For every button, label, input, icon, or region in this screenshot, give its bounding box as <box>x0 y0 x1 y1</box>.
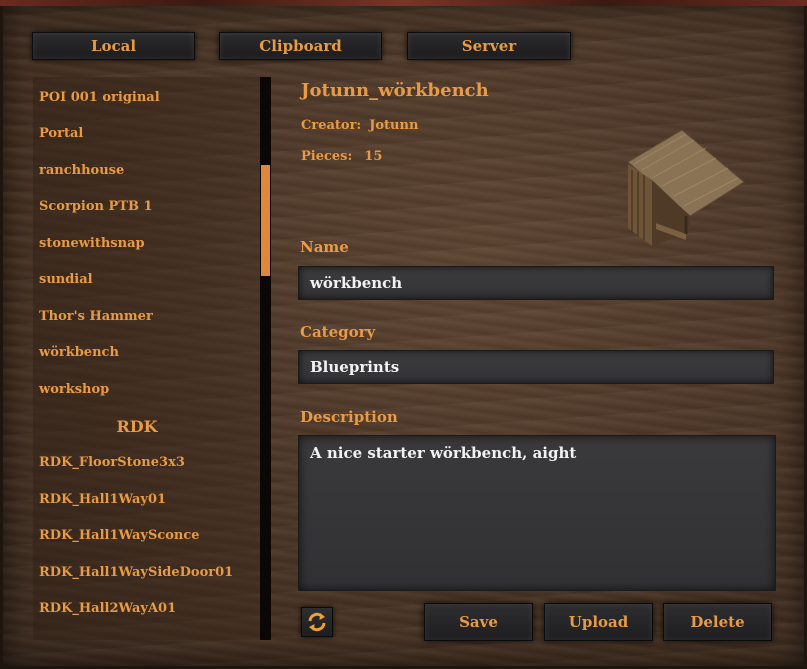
list-item[interactable]: POI 001 original <box>33 79 271 116</box>
description-field[interactable]: A nice starter wörkbench, aight <box>298 435 776 591</box>
description-label: Description <box>300 408 398 426</box>
list-item[interactable]: Thor's Hammer <box>33 298 271 335</box>
list-item[interactable]: RDK_Hall2WayA01 <box>33 591 271 628</box>
category-label: Category <box>300 323 376 341</box>
tab-local[interactable]: Local <box>32 32 195 60</box>
list-item[interactable]: wörkbench <box>33 335 271 372</box>
window-top-border <box>0 0 807 6</box>
name-label: Name <box>300 238 349 256</box>
list-item[interactable]: workshop <box>33 371 271 408</box>
category-field[interactable]: Blueprints <box>298 350 774 384</box>
tab-clipboard[interactable]: Clipboard <box>219 32 382 60</box>
blueprint-preview-image <box>627 129 745 246</box>
list-item[interactable]: RDK_Hall1WaySconce <box>33 518 271 555</box>
refresh-icon <box>308 612 326 632</box>
refresh-button[interactable] <box>301 607 333 637</box>
list-item[interactable]: RDK_Hall1WaySideDoor01 <box>33 554 271 591</box>
upload-button[interactable]: Upload <box>544 603 653 641</box>
delete-button[interactable]: Delete <box>663 603 772 641</box>
creator-value: Jotunn <box>369 118 419 133</box>
tab-server[interactable]: Server <box>407 32 571 60</box>
creator-row: Creator: Jotunn <box>301 118 418 133</box>
list-item[interactable]: RDK_Hall1Way01 <box>33 481 271 518</box>
pieces-label: Pieces: <box>301 149 353 164</box>
list-item[interactable]: ranchhouse <box>33 152 271 189</box>
list-item[interactable]: Scorpion PTB 1 <box>33 189 271 226</box>
creator-label: Creator: <box>301 118 362 133</box>
blueprint-list[interactable]: POI 001 original Portal ranchhouse Scorp… <box>33 77 271 640</box>
list-section-header: RDK <box>116 416 158 436</box>
list-item[interactable]: Portal <box>33 116 271 153</box>
name-field[interactable]: wörkbench <box>298 266 774 300</box>
list-scrollbar[interactable] <box>260 77 271 640</box>
list-item[interactable]: sundial <box>33 262 271 299</box>
list-scrollbar-thumb[interactable] <box>261 165 270 276</box>
pieces-row: Pieces: 15 <box>301 149 382 164</box>
list-item[interactable]: RDK_FloorStone3x3 <box>33 445 271 482</box>
save-button[interactable]: Save <box>424 603 533 641</box>
blueprint-title: Jotunn_wörkbench <box>301 80 489 101</box>
list-item[interactable]: stonewithsnap <box>33 225 271 262</box>
pieces-value: 15 <box>364 149 383 164</box>
